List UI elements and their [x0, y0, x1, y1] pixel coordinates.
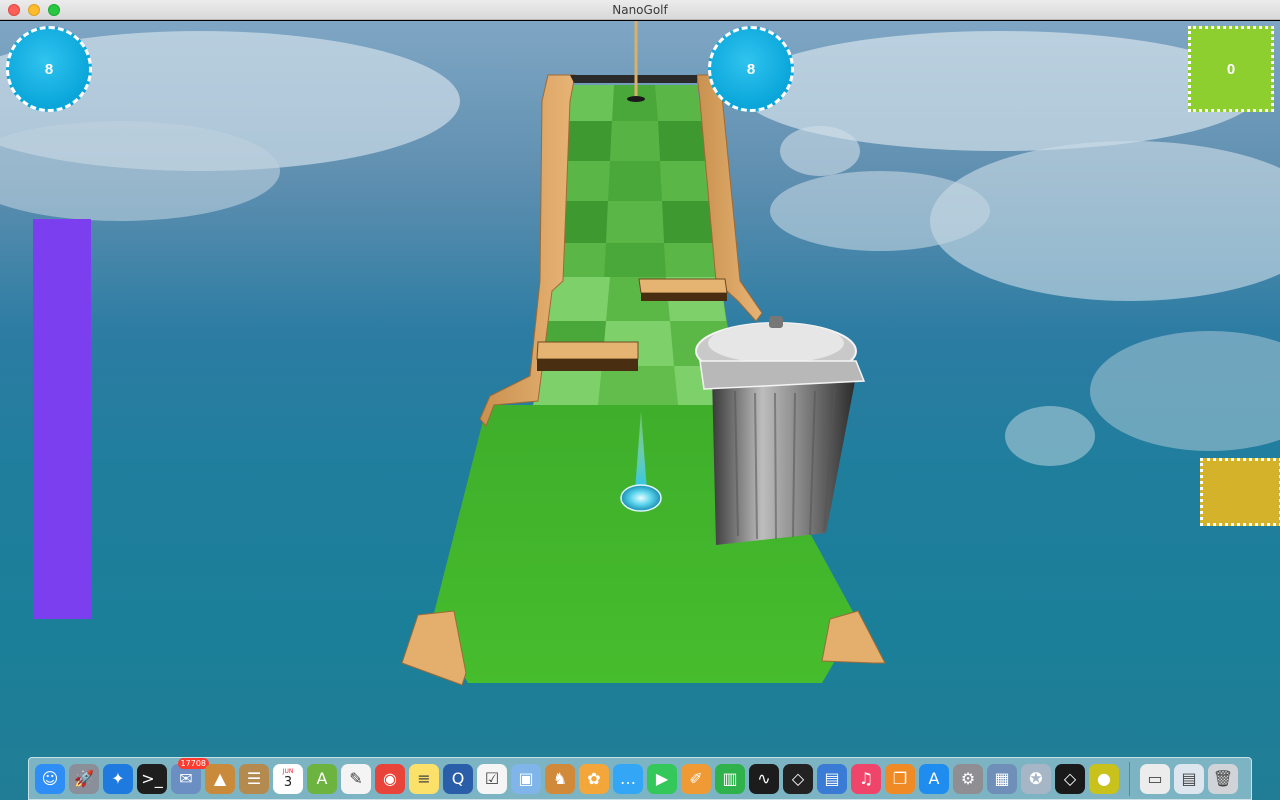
game-viewport[interactable]: 8 8 0 [0, 21, 1280, 800]
photos-icon[interactable]: ✿ [579, 763, 609, 794]
contacts-icon[interactable]: ☰ [239, 763, 269, 794]
golf-ball [620, 484, 662, 512]
image-capture-icon[interactable]: ▦ [987, 763, 1017, 794]
score-box[interactable]: 0 [1188, 26, 1274, 112]
golf-scene [0, 21, 1280, 686]
quicktime-icon[interactable]: Q [443, 763, 473, 794]
dock-separator [1129, 761, 1130, 796]
notes-icon[interactable]: ≡ [409, 763, 439, 794]
pages-icon[interactable]: ✐ [681, 763, 711, 794]
shot-power-bar [33, 219, 91, 619]
calendar-month: JUN [282, 767, 294, 775]
trash-can-obstacle [695, 316, 866, 545]
mail-badge: 17708 [177, 757, 209, 769]
itunes-icon[interactable]: ♫ [851, 763, 881, 794]
safari-icon[interactable]: ✦ [103, 763, 133, 794]
close-window-button[interactable] [8, 4, 20, 16]
strokes-counter-center: 8 [708, 26, 794, 112]
strokes-counter-left: 8 [6, 26, 92, 112]
preview-icon[interactable]: ▣ [511, 763, 541, 794]
reminders-icon[interactable]: ☑ [477, 763, 507, 794]
corner-post-right [821, 610, 886, 664]
keynote-icon[interactable]: ▤ [817, 763, 847, 794]
trash-icon[interactable]: 🗑 [1208, 763, 1238, 794]
chrome-icon[interactable]: ◉ [375, 763, 405, 794]
mail-stamp-icon[interactable]: ✉ 17708 [171, 757, 209, 794]
unity-icon[interactable]: ◇ [783, 763, 813, 794]
downloads-stack-icon[interactable]: ▭ [1140, 763, 1170, 794]
app-store-icon[interactable]: A [919, 763, 949, 794]
fairway-far [553, 85, 720, 291]
golf-hole [627, 96, 645, 102]
nanogolf-icon[interactable]: ● [1089, 763, 1119, 794]
unity-hub-icon[interactable]: ◇ [1055, 763, 1085, 794]
calendar-day: 3 [283, 774, 293, 790]
activity-monitor-icon[interactable]: ∿ [749, 763, 779, 794]
messages-icon[interactable]: … [613, 763, 643, 794]
finder-icon[interactable]: ☺ [35, 763, 65, 794]
app-icon-2[interactable]: ♞ [545, 763, 575, 794]
side-action-button[interactable] [1200, 458, 1280, 526]
calendar-icon[interactable]: JUN 3 [273, 763, 303, 794]
minimize-window-button[interactable] [28, 4, 40, 16]
window-title: NanoGolf [612, 3, 668, 17]
ibooks-icon[interactable]: ❐ [885, 763, 915, 794]
corner-post-left [401, 610, 467, 686]
terminal-icon[interactable]: >_ [137, 763, 167, 794]
documents-stack-icon[interactable]: ▤ [1174, 763, 1204, 794]
directory-utility-icon[interactable]: ✪ [1021, 763, 1051, 794]
launchpad-icon[interactable]: 🚀 [69, 763, 99, 794]
app-icon-1[interactable]: ▲ [205, 763, 235, 794]
system-preferences-icon[interactable]: ⚙ [953, 763, 983, 794]
android-studio-icon[interactable]: A [307, 763, 337, 794]
facetime-icon[interactable]: ▶ [647, 763, 677, 794]
numbers-icon[interactable]: ▥ [715, 763, 745, 794]
window-titlebar: NanoGolf [0, 0, 1280, 20]
textedit-icon[interactable]: ✎ [341, 763, 371, 794]
fullscreen-window-button[interactable] [48, 4, 60, 16]
macos-dock: ☺ 🚀 ✦ >_ ✉ 17708 ▲ ☰ JUN 3 A ✎ ◉ ≡ Q ☑ ▣ ♞ ✿… ▶ ✐ ▥ ∿ ◇ ▤ ♫ ❐ A ⚙ ▦ ✪ ◇… [28, 757, 1252, 800]
